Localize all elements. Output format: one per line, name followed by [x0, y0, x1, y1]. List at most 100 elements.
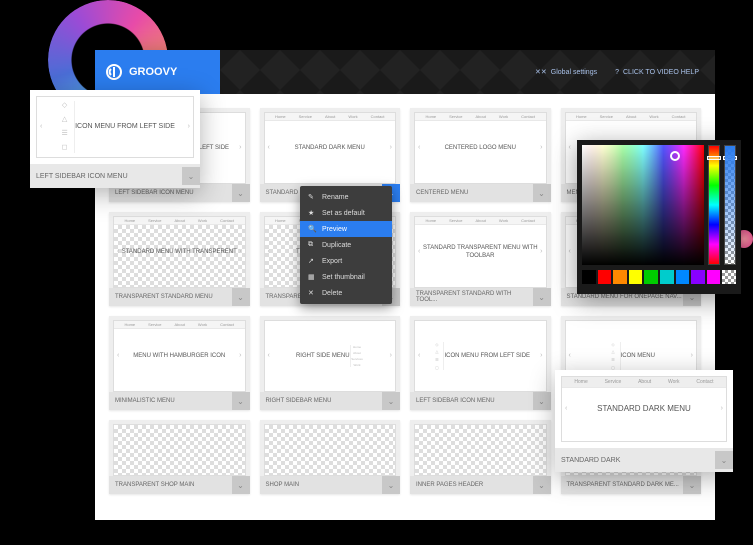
color-swatch[interactable]: [660, 270, 674, 284]
alpha-handle[interactable]: [723, 156, 737, 160]
template-tile[interactable]: HomeServiceAboutWorkContact ‹ CENTERED LOG…: [410, 108, 551, 202]
tile-label: TRANSPARENT STANDARD DARK ME...: [567, 482, 679, 488]
hue-handle[interactable]: [707, 156, 721, 160]
color-swatch-transparent[interactable]: [722, 270, 736, 284]
context-menu-item[interactable]: ▦Set thumbnail: [300, 269, 392, 285]
tile-dropdown-icon[interactable]: ⌄: [232, 184, 250, 202]
menu-item-label: Set thumbnail: [322, 274, 365, 281]
menu-item-icon: ★: [308, 209, 316, 217]
tile-dropdown-icon[interactable]: ⌄: [232, 392, 250, 410]
template-tile[interactable]: TRANSPARENT SHOP MAIN ⌄: [109, 420, 250, 494]
tile-dropdown-icon[interactable]: ⌄: [232, 288, 250, 306]
color-swatch[interactable]: [629, 270, 643, 284]
template-tile[interactable]: HomeServiceAboutWorkContact‹MENU WITH HA…: [109, 316, 250, 410]
template-tile[interactable]: HomeServiceAboutWorkContact‹STANDARD TRA…: [410, 212, 551, 306]
menu-item-label: Duplicate: [322, 242, 351, 249]
context-menu-item[interactable]: ★Set as default: [300, 205, 392, 221]
menu-item-icon: 🔍: [308, 225, 316, 233]
brand-name: GROOVY: [129, 66, 177, 78]
tile-label: LEFT SIDEBAR ICON MENU: [416, 398, 495, 404]
template-tile[interactable]: SHOP MAIN ⌄: [260, 420, 401, 494]
arrow-right-icon: ›: [239, 143, 241, 153]
arrow-right-icon: ›: [691, 351, 693, 361]
thumb-navbar: HomeServiceAboutWorkContact: [415, 217, 546, 225]
context-menu-item[interactable]: ✕Delete: [300, 285, 392, 301]
dropdown-icon[interactable]: ⌄: [715, 451, 733, 469]
context-menu-item[interactable]: ⧉Duplicate: [300, 237, 392, 253]
tile-thumb: HomeServiceAboutWorkContact‹MENU WITH HA…: [113, 320, 246, 392]
global-settings-button[interactable]: ✕✕ Global settings: [535, 68, 597, 76]
tile-label: TRANSPARENT SHOP MAIN: [115, 482, 194, 488]
color-picker: [577, 140, 741, 294]
tile-label: SHOP MAIN: [266, 482, 300, 488]
color-swatch[interactable]: [676, 270, 690, 284]
thumb-navbar: HomeServiceAboutWorkContact: [415, 113, 546, 121]
tile-label: STANDARD MENU FOR ONEPAGE NAV...: [567, 294, 682, 300]
tile-dropdown-icon[interactable]: ⌄: [683, 476, 701, 494]
tile-dropdown-icon[interactable]: ⌄: [533, 392, 551, 410]
tile-dropdown-icon[interactable]: ⌄: [382, 392, 400, 410]
tile-title: STANDARD MENU WITH TRANSPERENT: [122, 248, 237, 256]
context-menu-item[interactable]: ✎ Rename: [300, 189, 392, 205]
color-swatch[interactable]: [613, 270, 627, 284]
template-tile[interactable]: HomeAboutServicesWork‹RIGHT SIDE MENU›RI…: [260, 316, 401, 410]
tile-dropdown-icon[interactable]: ⌄: [382, 476, 400, 494]
template-tile[interactable]: INNER PAGES HEADER ⌄: [410, 420, 551, 494]
tile-dropdown-icon[interactable]: ⌄: [533, 288, 551, 306]
arrow-right-icon: ›: [188, 122, 190, 132]
tile-label-bar: LEFT SIDEBAR ICON MENU ⌄: [410, 392, 551, 410]
tile-thumb: ◇△☰◻‹ICON MENU FROM LEFT SIDE›: [414, 320, 547, 392]
arrow-right-icon: ›: [540, 351, 542, 361]
color-swatch[interactable]: [598, 270, 612, 284]
arrow-left-icon: ‹: [418, 143, 420, 153]
template-tile[interactable]: HomeServiceAboutWorkContact‹STANDARD MEN…: [109, 212, 250, 306]
tile-label-bar: MINIMALISTIC MENU⌄: [109, 392, 250, 410]
tile-dropdown-icon[interactable]: ⌄: [232, 476, 250, 494]
color-swatch[interactable]: [644, 270, 658, 284]
help-button[interactable]: ? CLICK TO VIDEO HELP: [615, 69, 699, 76]
tile-dropdown-icon[interactable]: ⌄: [533, 184, 551, 202]
preview-label-bar: LEFT SIDEBAR ICON MENU ⌄: [30, 164, 200, 188]
tile-thumb: [264, 424, 397, 476]
sidebar-icons: ◇△☰◻: [55, 101, 75, 152]
dropdown-icon[interactable]: ⌄: [182, 167, 200, 185]
topbar-right: ✕✕ Global settings ? CLICK TO VIDEO HELP: [220, 50, 715, 94]
sidebar-icons: HomeAboutServicesWork: [350, 345, 364, 368]
arrow-left-icon: ‹: [569, 351, 571, 361]
thumb-navbar: HomeServiceAboutWorkContact: [562, 377, 726, 388]
arrow-left-icon: ‹: [565, 404, 567, 414]
tile-label: CENTERED MENU: [416, 190, 468, 196]
arrow-right-icon: ›: [721, 404, 723, 414]
help-icon: ?: [615, 69, 619, 76]
arrow-right-icon: ›: [540, 247, 542, 257]
color-swatch[interactable]: [582, 270, 596, 284]
menu-item-label: Rename: [322, 194, 348, 201]
menu-item-label: Export: [322, 258, 342, 265]
color-spectrum[interactable]: [582, 145, 704, 265]
hue-slider[interactable]: [708, 145, 720, 265]
tile-label: RIGHT SIDEBAR MENU: [266, 398, 332, 404]
tile-label-bar: RIGHT SIDEBAR MENU ⌄: [260, 392, 401, 410]
context-menu-item[interactable]: 🔍 Preview: [300, 221, 392, 237]
menu-item-label: Preview: [322, 226, 347, 233]
context-menu-item[interactable]: ↗Export: [300, 253, 392, 269]
color-swatch[interactable]: [691, 270, 705, 284]
sidebar-icons: ◇△☰◻: [430, 342, 444, 370]
color-swatch[interactable]: [707, 270, 721, 284]
arrow-left-icon: ‹: [117, 247, 119, 257]
arrow-left-icon: ‹: [117, 351, 119, 361]
tile-dropdown-icon[interactable]: ⌄: [533, 476, 551, 494]
tile-label: INNER PAGES HEADER: [416, 482, 483, 488]
spectrum-cursor[interactable]: [670, 151, 680, 161]
tile-label: LEFT SIDEBAR ICON MENU: [115, 190, 194, 196]
menu-item-icon: ✎: [308, 193, 316, 201]
brand: GROOVY: [95, 50, 220, 94]
tile-title: CENTERED LOGO MENU: [445, 144, 516, 152]
context-menu: ✎ Rename ★Set as default 🔍 Preview ⧉Duplicate…: [300, 186, 392, 304]
template-tile[interactable]: ◇△☰◻‹ICON MENU FROM LEFT SIDE›LEFT SIDEB…: [410, 316, 551, 410]
tile-label-bar: SHOP MAIN ⌄: [260, 476, 401, 494]
menu-item-icon: ✕: [308, 289, 316, 297]
tile-label-bar: TRANSPARENT STANDARD DARK ME... ⌄: [561, 476, 702, 494]
alpha-slider[interactable]: [724, 145, 736, 265]
thumb-navbar: HomeServiceAboutWorkContact: [566, 113, 697, 121]
